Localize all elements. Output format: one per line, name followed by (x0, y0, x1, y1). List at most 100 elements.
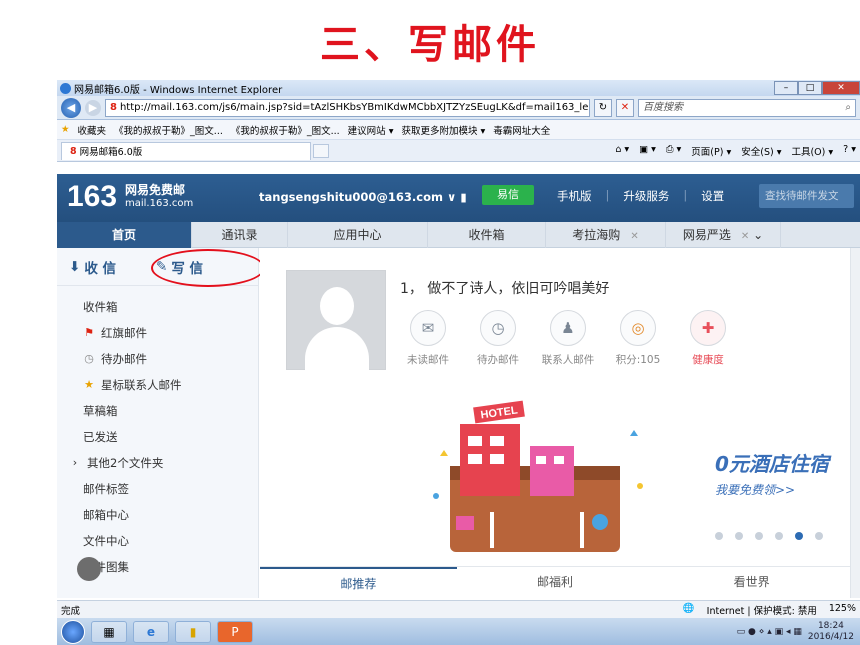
stat-unread[interactable]: ✉ 未读邮件 (400, 310, 456, 367)
receive-button[interactable]: ⬇ 收 信 (69, 257, 116, 277)
security-zone[interactable]: Internet | 保护模式: 禁用 (707, 603, 817, 617)
browser-tab[interactable]: 8 网易邮箱6.0版 (61, 141, 311, 160)
maximize-button[interactable]: □ (798, 81, 822, 95)
tab-world[interactable]: 看世界 (653, 567, 850, 598)
taskbar-ie[interactable]: e (133, 620, 169, 643)
carousel-dot-active[interactable] (795, 532, 803, 540)
mobile-link[interactable]: 手机版 (557, 188, 592, 204)
back-button[interactable]: ◀ (61, 97, 81, 118)
fav-item-5[interactable]: 毒霸网址大全 (493, 123, 550, 137)
tray-icons[interactable]: ▭ ● ⋄ ▴ ▣ ◂ ▦ (737, 627, 802, 637)
status-bar: 完成 🌐 Internet | 保护模式: 禁用 125% (57, 600, 860, 618)
carousel-dot[interactable] (755, 532, 763, 540)
folder-file-center[interactable]: 文件中心 (57, 528, 258, 554)
feeds-icon[interactable]: ▣ ▾ (639, 144, 656, 158)
fav-item-1[interactable]: 《我的叔叔于勒》_图文... (114, 123, 223, 137)
window-titlebar: 网易邮箱6.0版 - Windows Internet Explorer – □… (57, 80, 860, 96)
stat-label: 健康度 (692, 354, 724, 366)
folder-todo[interactable]: ◷ 待办邮件 (57, 346, 258, 372)
cmd-page[interactable]: 页面(P) ▾ (691, 144, 731, 158)
avatar[interactable] (286, 270, 386, 371)
folder-other[interactable]: › 其他2个文件夹 (57, 450, 258, 476)
browser-search-input[interactable]: 百度搜索 ⌕ (638, 98, 856, 117)
fav-item-2[interactable]: 《我的叔叔于勒》_图文... (231, 123, 340, 137)
carousel-dot[interactable] (735, 532, 743, 540)
folder-mailbox-center[interactable]: 邮箱中心 (57, 502, 258, 528)
tab-close-icon[interactable]: ✕ (630, 231, 638, 242)
forward-button[interactable]: ▶ (85, 99, 101, 116)
receive-icon: ⬇ (69, 258, 81, 275)
start-button[interactable] (61, 619, 85, 644)
stat-label: 待办邮件 (477, 354, 519, 366)
zoom-level[interactable]: 125% (829, 603, 856, 617)
upgrade-link[interactable]: 升级服务 (623, 188, 669, 204)
minimize-button[interactable]: – (774, 81, 798, 95)
clock[interactable]: 18:24 2016/4/12 (808, 621, 854, 643)
fav-item-4[interactable]: 获取更多附加模块 ▾ (401, 123, 485, 137)
fav-item-3[interactable]: 建议网站 ▾ (348, 123, 394, 137)
settings-link[interactable]: 设置 (701, 188, 724, 204)
fav-item-0[interactable]: 收藏夹 (78, 123, 107, 137)
mail-search-input[interactable]: 查找待邮件发文 (759, 184, 854, 208)
stop-button[interactable]: ✕ (616, 98, 634, 117)
tab-recommend[interactable]: 邮推荐 (260, 567, 457, 598)
banner-title[interactable]: 0元酒店住宿 (715, 448, 829, 477)
tab-apps[interactable]: 应用中心 (288, 222, 428, 248)
folder-starred[interactable]: ★ 星标联系人邮件 (57, 372, 258, 398)
folder-sent[interactable]: 已发送 (57, 424, 258, 450)
home-icon[interactable]: ⌂ ▾ (615, 144, 629, 158)
folder-label: 星标联系人邮件 (101, 378, 182, 392)
tab-home[interactable]: 首页 (57, 222, 192, 248)
stat-todo[interactable]: ◷ 待办邮件 (470, 310, 526, 367)
folder-inbox[interactable]: 收件箱 (57, 294, 258, 320)
tab-benefits[interactable]: 邮福利 (457, 567, 654, 598)
system-tray: ▭ ● ⋄ ▴ ▣ ◂ ▦ 18:24 2016/4/12 (737, 621, 860, 643)
cmd-tools[interactable]: 工具(O) ▾ (791, 144, 833, 158)
folder-label: 邮件标签 (83, 482, 129, 496)
yixin-button[interactable]: 易信 (482, 185, 534, 205)
tab-kaola[interactable]: 考拉海购 ✕ (546, 222, 666, 248)
account-name[interactable]: tangsengshitu000@163.com ∨ ▮ (259, 190, 467, 204)
clock-time: 18:24 (817, 620, 844, 631)
vertical-scrollbar[interactable] (850, 248, 860, 598)
slide-title: 三、写邮件 (320, 21, 540, 68)
window-title: 网易邮箱6.0版 - Windows Internet Explorer (74, 84, 283, 96)
tab-inbox[interactable]: 收件箱 (428, 222, 546, 248)
clock-icon: ◷ (480, 310, 516, 346)
tab-contacts[interactable]: 通讯录 (192, 222, 288, 248)
flag-icon: ⚑ (84, 326, 94, 339)
tab-yanxuan[interactable]: 网易严选 ✕ ⌄ (666, 222, 781, 248)
help-icon[interactable]: ? ▾ (843, 144, 856, 158)
folder-flagged[interactable]: ⚑ 红旗邮件 (57, 320, 258, 346)
url-text: http://mail.163.com/js6/main.jsp?sid=tAz… (119, 101, 589, 113)
tab-close-icon[interactable]: ✕ (741, 231, 749, 242)
folder-label: 待办邮件 (101, 352, 147, 366)
favorites-star-icon[interactable]: ★ (61, 124, 70, 135)
print-icon[interactable]: ⎙ ▾ (666, 144, 681, 158)
address-input[interactable]: 8 http://mail.163.com/js6/main.jsp?sid=t… (105, 98, 590, 117)
new-tab-button[interactable] (313, 143, 329, 158)
stat-points[interactable]: ◎ 积分:105 (610, 310, 666, 367)
stat-health[interactable]: ✚ 健康度 (680, 310, 736, 367)
folder-tags[interactable]: 邮件标签 (57, 476, 258, 502)
logo-domain: mail.163.com (125, 198, 194, 209)
refresh-button[interactable]: ↻ (594, 98, 612, 117)
taskbar-powerpoint[interactable]: P (217, 620, 253, 643)
folder-drafts[interactable]: 草稿箱 (57, 398, 258, 424)
banner-link[interactable]: 我要免费领>> (715, 481, 795, 498)
carousel-dot[interactable] (815, 532, 823, 540)
hotel-suitcase-illustration[interactable]: HOTEL (430, 396, 650, 556)
close-button[interactable]: ✕ (822, 81, 860, 95)
tab-contacts-label: 通讯录 (221, 228, 258, 242)
logo-163[interactable]: 163 (67, 180, 117, 214)
folder-label: 邮箱中心 (83, 508, 129, 522)
carousel-dot[interactable] (715, 532, 723, 540)
stat-contacts[interactable]: ♟ 联系人邮件 (540, 310, 596, 367)
taskbar-app-1[interactable]: ▦ (91, 620, 127, 643)
search-icon[interactable]: ⌕ (845, 100, 855, 116)
tab-inbox-label: 收件箱 (468, 228, 505, 242)
carousel-dot[interactable] (775, 532, 783, 540)
taskbar-explorer[interactable]: ▮ (175, 620, 211, 643)
floating-app-icon[interactable] (77, 557, 101, 581)
cmd-safety[interactable]: 安全(S) ▾ (741, 144, 781, 158)
